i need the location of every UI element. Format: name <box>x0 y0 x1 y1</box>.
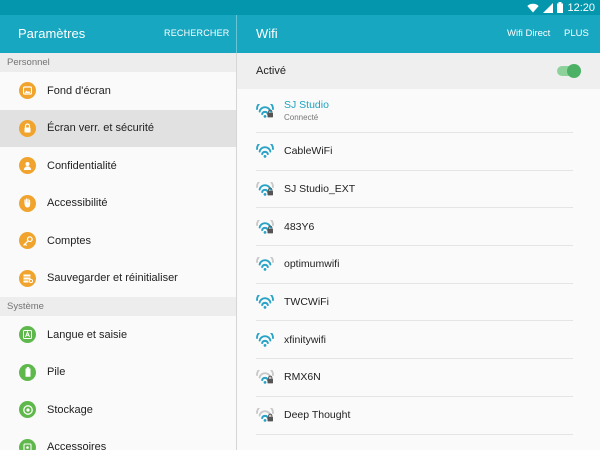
section-header-systeme: Système <box>0 297 236 316</box>
wifi-secured-icon <box>256 404 274 422</box>
sidebar-item-privacy[interactable]: Confidentialité <box>0 147 236 185</box>
wifi-network-status: Connecté <box>284 113 319 122</box>
wifi-network-name: xfinitywifi <box>284 333 327 346</box>
wifi-network-item[interactable]: xfinitywifi <box>256 321 573 360</box>
wifi-secured-icon <box>256 366 274 385</box>
wifi-icon <box>256 291 274 309</box>
wifi-network-item[interactable]: SJ Studio_EXT <box>256 171 573 209</box>
sidebar-item-accounts[interactable]: Comptes <box>0 222 236 260</box>
sidebar-item-label: Fond d'écran <box>47 84 111 97</box>
image-icon <box>19 82 36 100</box>
key-icon <box>19 232 36 250</box>
wifi-icon <box>527 3 540 13</box>
wifi-title: Wifi <box>256 26 278 41</box>
wifi-network-list: SJ Studio Connecté CableWiFi SJ Studio_EXT 4… <box>237 89 600 435</box>
status-time: 12:20 <box>567 1 595 14</box>
signal-icon <box>543 2 554 13</box>
wifi-secured-icon <box>256 99 274 118</box>
backup-icon <box>19 269 36 287</box>
sidebar-item-storage[interactable]: Stockage <box>0 391 236 429</box>
sidebar-item-label: Sauvegarder et réinitialiser <box>47 272 178 285</box>
wifi-network-name: CableWiFi <box>284 145 333 158</box>
search-button[interactable]: RECHERCHER <box>164 28 230 38</box>
wifi-icon <box>256 140 274 159</box>
wifi-network-name: 483Y6 <box>284 220 315 233</box>
sidebar-item-label: Comptes <box>47 234 92 247</box>
wifi-icon <box>256 328 274 347</box>
wifi-network-name: optimumwifi <box>284 258 340 271</box>
wifi-panel: Activé SJ Studio Connecté CableWiFi SJ Stud… <box>237 53 600 450</box>
more-button[interactable]: PLUS <box>564 28 589 39</box>
sidebar-item-accessories[interactable]: Accessoires <box>0 429 236 450</box>
wifi-network-name: SJ Studio_EXT <box>284 183 356 196</box>
sidebar-item-label: Confidentialité <box>47 159 117 172</box>
wifi-network-name: SJ Studio <box>284 99 329 111</box>
wifi-network-name: Deep Thought <box>284 409 351 422</box>
wifi-network-item[interactable]: RMX6N <box>256 359 573 397</box>
header-divider <box>236 15 237 53</box>
lock-icon <box>19 119 36 137</box>
wifi-network-item[interactable]: CableWiFi <box>256 133 573 171</box>
app-bar: Paramètres RECHERCHER Wifi Wifi Direct P… <box>0 15 600 53</box>
wifi-secured-icon <box>256 178 274 196</box>
sidebar-item-accessibility[interactable]: Accessibilité <box>0 185 236 223</box>
wifi-network-item[interactable]: SJ Studio Connecté <box>256 89 573 133</box>
sidebar-item-label: Pile <box>47 366 66 379</box>
wifi-direct-button[interactable]: Wifi Direct <box>507 28 550 39</box>
section-header-personnel: Personnel <box>0 53 236 72</box>
sidebar-item-lock-screen[interactable]: Écran verr. et sécurité <box>0 109 236 147</box>
sidebar-item-battery[interactable]: Pile <box>0 354 236 392</box>
accessories-icon <box>19 438 36 450</box>
wifi-network-name: RMX6N <box>284 371 321 384</box>
status-bar: 12:20 <box>0 0 600 15</box>
wifi-secured-icon <box>256 215 274 234</box>
wifi-network-item[interactable]: TWCWiFi <box>256 284 573 322</box>
sidebar-item-label: Stockage <box>47 403 93 416</box>
sidebar-item-language[interactable]: Langue et saisie <box>0 316 236 354</box>
wifi-network-item[interactable]: 483Y6 <box>256 208 573 247</box>
wifi-toggle-row[interactable]: Activé <box>237 53 600 89</box>
battery-icon <box>19 363 36 381</box>
wifi-network-name: TWCWiFi <box>284 296 329 309</box>
wifi-toggle-switch[interactable] <box>557 64 581 78</box>
hand-icon <box>19 194 36 212</box>
sidebar-item-backup-reset[interactable]: Sauvegarder et réinitialiser <box>0 260 236 298</box>
sidebar-item-label: Accessoires <box>47 441 107 450</box>
sidebar-item-label: Accessibilité <box>47 197 108 210</box>
settings-sidebar: Personnel Fond d'écran Écran verr. et sé… <box>0 53 236 450</box>
sidebar-item-wallpaper[interactable]: Fond d'écran <box>0 72 236 110</box>
privacy-icon <box>19 157 36 175</box>
language-icon <box>19 326 36 344</box>
settings-title: Paramètres <box>18 26 86 41</box>
wifi-active-label: Activé <box>256 65 286 77</box>
sidebar-item-label: Écran verr. et sécurité <box>47 122 154 135</box>
storage-icon <box>19 401 36 419</box>
wifi-network-item[interactable]: optimumwifi <box>256 246 573 284</box>
sidebar-item-label: Langue et saisie <box>47 328 128 341</box>
wifi-network-item[interactable]: Deep Thought <box>256 397 573 435</box>
wifi-icon <box>256 253 274 272</box>
battery-icon <box>557 2 564 13</box>
